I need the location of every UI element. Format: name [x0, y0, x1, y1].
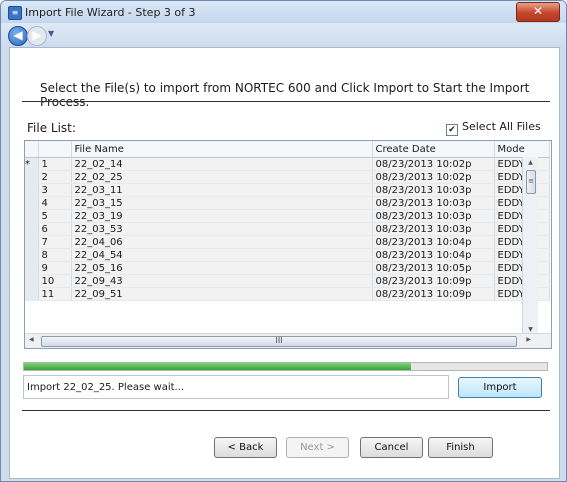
create-date-cell: 08/23/2013 10:03p [372, 183, 495, 197]
title-bar[interactable]: ≡ Import File Wizard - Step 3 of 3 ✕ [1, 1, 566, 23]
create-date-cell: 08/23/2013 10:02p [372, 170, 495, 184]
row-number-header [38, 141, 72, 158]
create-date-cell: 08/23/2013 10:09p [372, 274, 495, 288]
column-header-file-name[interactable]: File Name [71, 141, 373, 158]
row-selector[interactable] [25, 222, 39, 236]
file-name-cell: 22_03_11 [71, 183, 373, 197]
row-selector[interactable] [25, 248, 39, 262]
file-name-cell: 22_09_43 [71, 274, 373, 288]
row-selector[interactable]: * [25, 157, 39, 171]
file-table: File Name Create Date Mode * 1 22_02_14 08/… [25, 141, 550, 301]
back-button[interactable]: < Back [214, 437, 277, 458]
file-list-label: File List: [27, 121, 76, 135]
file-name-cell: 22_05_16 [71, 261, 373, 275]
import-wizard-window: ≡ Import File Wizard - Step 3 of 3 ✕ ◀ ▶… [0, 0, 567, 482]
status-field: Import 22_02_25. Please wait... [23, 375, 449, 399]
row-selector[interactable] [25, 287, 39, 301]
column-header-mode[interactable]: Mode [494, 141, 550, 158]
checkbox-icon[interactable]: ✔ [446, 124, 458, 136]
column-header-create-date[interactable]: Create Date [372, 141, 495, 158]
create-date-cell: 08/23/2013 10:04p [372, 248, 495, 262]
table-row[interactable]: 9 22_05_16 08/23/2013 10:05p EDDY [25, 261, 550, 275]
cancel-button[interactable]: Cancel [360, 437, 423, 458]
close-button[interactable]: ✕ [516, 2, 560, 22]
navigation-bar: ◀ ▶ ▼ [1, 23, 566, 47]
row-selector[interactable] [25, 274, 39, 288]
file-name-cell: 22_03_15 [71, 196, 373, 210]
scroll-left-icon[interactable]: ◀ [29, 336, 34, 343]
row-number: 11 [38, 287, 72, 301]
row-number: 7 [38, 235, 72, 249]
import-button[interactable]: Import [458, 377, 542, 398]
file-name-cell: 22_04_54 [71, 248, 373, 262]
row-number: 8 [38, 248, 72, 262]
row-selector[interactable] [25, 209, 39, 223]
create-date-cell: 08/23/2013 10:03p [372, 209, 495, 223]
table-row[interactable]: * 1 22_02_14 08/23/2013 10:02p EDDY [25, 157, 550, 171]
select-all-label: Select All Files [462, 120, 541, 133]
history-dropdown-icon[interactable]: ▼ [48, 29, 54, 38]
table-row[interactable]: 2 22_02_25 08/23/2013 10:02p EDDY [25, 170, 550, 184]
row-selector[interactable] [25, 196, 39, 210]
table-row[interactable]: 10 22_09_43 08/23/2013 10:09p EDDY [25, 274, 550, 288]
app-icon: ≡ [8, 6, 22, 20]
window-title: Import File Wizard - Step 3 of 3 [25, 6, 196, 19]
table-row[interactable]: 5 22_03_19 08/23/2013 10:03p EDDY [25, 209, 550, 223]
row-number: 3 [38, 183, 72, 197]
select-all-checkbox[interactable]: ✔ Select All Files [446, 120, 541, 136]
scroll-up-icon[interactable]: ▲ [523, 159, 538, 166]
row-selector[interactable] [25, 183, 39, 197]
table-row[interactable]: 6 22_03_53 08/23/2013 10:03p EDDY [25, 222, 550, 236]
table-row[interactable]: 11 22_09_51 08/23/2013 10:09p EDDY [25, 287, 550, 301]
vertical-scrollbar[interactable]: ▲ ≡ ▼ [522, 157, 538, 335]
wizard-content: Select the File(s) to import from NORTEC… [9, 47, 560, 479]
divider [22, 410, 550, 411]
file-name-cell: 22_02_25 [71, 170, 373, 184]
table-row[interactable]: 7 22_04_06 08/23/2013 10:04p EDDY [25, 235, 550, 249]
file-name-cell: 22_03_19 [71, 209, 373, 223]
table-row[interactable]: 3 22_03_11 08/23/2013 10:03p EDDY [25, 183, 550, 197]
file-name-cell: 22_02_14 [71, 157, 373, 171]
create-date-cell: 08/23/2013 10:02p [372, 157, 495, 171]
row-number: 10 [38, 274, 72, 288]
create-date-cell: 08/23/2013 10:03p [372, 222, 495, 236]
row-selector[interactable] [25, 261, 39, 275]
row-number: 4 [38, 196, 72, 210]
table-row[interactable]: 8 22_04_54 08/23/2013 10:04p EDDY [25, 248, 550, 262]
row-number: 1 [38, 157, 72, 171]
row-number: 2 [38, 170, 72, 184]
progress-fill [24, 363, 412, 370]
row-selector-header [25, 141, 39, 158]
row-number: 9 [38, 261, 72, 275]
table-row[interactable]: 4 22_03_15 08/23/2013 10:03p EDDY [25, 196, 550, 210]
scroll-down-icon[interactable]: ▼ [523, 326, 538, 333]
scroll-right-icon[interactable]: ▶ [526, 336, 531, 343]
create-date-cell: 08/23/2013 10:09p [372, 287, 495, 301]
create-date-cell: 08/23/2013 10:04p [372, 235, 495, 249]
divider [22, 101, 550, 102]
file-name-cell: 22_09_51 [71, 287, 373, 301]
horizontal-scrollbar[interactable]: ◀ III ▶ [25, 333, 551, 348]
row-number: 5 [38, 209, 72, 223]
next-button[interactable]: Next > [286, 437, 349, 458]
back-arrow-icon[interactable]: ◀ [8, 26, 28, 46]
file-name-cell: 22_03_53 [71, 222, 373, 236]
create-date-cell: 08/23/2013 10:05p [372, 261, 495, 275]
file-grid[interactable]: File Name Create Date Mode * 1 22_02_14 08/… [24, 140, 552, 349]
row-selector[interactable] [25, 170, 39, 184]
vertical-scroll-thumb[interactable]: ≡ [526, 170, 536, 194]
file-name-cell: 22_04_06 [71, 235, 373, 249]
finish-button[interactable]: Finish [428, 437, 493, 458]
horizontal-scroll-thumb[interactable]: III [41, 336, 517, 347]
create-date-cell: 08/23/2013 10:03p [372, 196, 495, 210]
forward-arrow-icon[interactable]: ▶ [27, 26, 47, 46]
row-selector[interactable] [25, 235, 39, 249]
row-number: 6 [38, 222, 72, 236]
instructions-text: Select the File(s) to import from NORTEC… [40, 81, 530, 109]
import-progress-bar [23, 362, 548, 371]
